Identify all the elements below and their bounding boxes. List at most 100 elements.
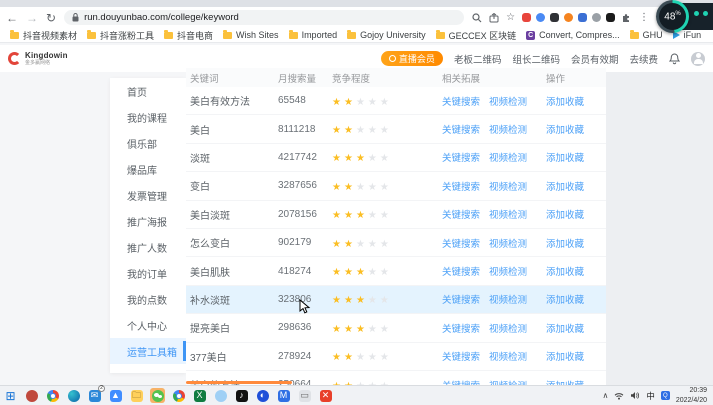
zoom-icon[interactable] <box>472 12 482 23</box>
table-row[interactable]: 377美白 278924 ★ ★ ★ ★ ★ 关键搜索 视频检测 添加收藏 <box>186 343 606 371</box>
video-check-link[interactable]: 视频检测 <box>489 349 527 363</box>
sidebar-item[interactable]: 个人中心 <box>110 312 186 338</box>
boss-qrcode-link[interactable]: 老板二维码 <box>454 52 502 66</box>
keyword-search-link[interactable]: 关键搜索 <box>442 378 480 385</box>
video-check-link[interactable]: 视频检测 <box>489 150 527 164</box>
excel-icon[interactable]: X <box>192 388 207 403</box>
table-row[interactable]: 补水淡斑 323806 ★ ★ ★ ★ ★ 关键搜索 视频检测 添加收藏 <box>186 285 606 315</box>
bookmark-star-icon[interactable]: ☆ <box>506 12 515 23</box>
live-member-badge[interactable]: 直播会员 <box>380 51 443 66</box>
sidebar-item[interactable]: 我的订单 <box>110 260 186 286</box>
bookmark-item[interactable]: 抖音电商 <box>159 29 218 42</box>
extensions-puzzle-icon[interactable] <box>622 13 632 23</box>
member-validity-link[interactable]: 会员有效期 <box>571 52 619 66</box>
table-row[interactable]: 变白 3287656 ★ ★ ★ ★ ★ 关键搜索 视频检测 添加收藏 <box>186 172 606 201</box>
app-red-icon[interactable] <box>24 388 39 403</box>
keyword-search-link[interactable]: 关键搜索 <box>442 292 480 306</box>
taskbar-clock[interactable]: 20:39 2022/4/20 <box>676 386 707 404</box>
video-check-link[interactable]: 视频检测 <box>489 236 527 250</box>
table-row[interactable]: 美白有效方法 65548 ★ ★ ★ ★ ★ 关键搜索 视频检测 添加收藏 <box>186 87 606 116</box>
keyword-search-link[interactable]: 关键搜索 <box>442 321 480 335</box>
table-row[interactable]: 美白 8111218 ★ ★ ★ ★ ★ 关键搜索 视频检测 添加收藏 <box>186 115 606 144</box>
chrome-window-icon[interactable] <box>171 388 186 403</box>
tiktok-icon[interactable]: ♪ <box>234 388 249 403</box>
app-blue-mountain-icon[interactable]: ▲ <box>108 388 123 403</box>
keyword-search-link[interactable]: 关键搜索 <box>442 264 480 278</box>
bookmark-item[interactable]: 抖音涨粉工具 <box>82 29 159 42</box>
bookmark-item[interactable]: Imported <box>284 29 343 40</box>
add-favorite-link[interactable]: 添加收藏 <box>546 94 584 108</box>
sidebar-item[interactable]: 推广海报 <box>110 208 186 234</box>
video-check-link[interactable]: 视频检测 <box>489 378 527 385</box>
sidebar-item[interactable]: 我的课程 <box>110 104 186 130</box>
tray-chevron-icon[interactable]: ∧ <box>602 391 608 400</box>
extension-icon[interactable] <box>578 13 588 22</box>
video-check-link[interactable]: 视频检测 <box>489 179 527 193</box>
keyword-search-link[interactable]: 关键搜索 <box>442 122 480 136</box>
bookmark-item[interactable]: Wish Sites <box>218 29 284 40</box>
file-explorer-icon[interactable]: 🗀 <box>129 388 144 403</box>
site-logo[interactable]: Kingdowin 金多赢网络 <box>8 51 68 66</box>
bookmark-item[interactable]: GHU <box>625 29 668 40</box>
add-favorite-link[interactable]: 添加收藏 <box>546 179 584 193</box>
extension-icon[interactable] <box>564 13 574 22</box>
leader-qrcode-link[interactable]: 组长二维码 <box>512 52 560 66</box>
share-icon[interactable] <box>489 12 499 23</box>
browser-menu-icon[interactable]: ⋮ <box>639 12 649 23</box>
bell-icon[interactable] <box>669 52 680 65</box>
user-avatar[interactable] <box>691 51 705 66</box>
bookmark-item[interactable]: Gojoy University <box>342 29 431 40</box>
back-button[interactable]: ← <box>6 12 18 24</box>
table-row[interactable]: 美白淡斑 2078156 ★ ★ ★ ★ ★ 关键搜索 视频检测 添加收藏 <box>186 201 606 229</box>
add-favorite-link[interactable]: 添加收藏 <box>546 150 584 164</box>
table-row[interactable]: 淡斑 4217742 ★ ★ ★ ★ ★ 关键搜索 视频检测 添加收藏 <box>186 144 606 173</box>
extension-icon[interactable] <box>522 13 532 22</box>
keyword-search-link[interactable]: 关键搜索 <box>442 150 480 164</box>
sidebar-item[interactable]: 我的点数 <box>110 286 186 312</box>
add-favorite-link[interactable]: 添加收藏 <box>546 378 584 385</box>
chrome-icon[interactable] <box>45 388 60 403</box>
app-blue-m-icon[interactable]: M <box>276 388 291 403</box>
table-row[interactable]: 提亮美白 298636 ★ ★ ★ ★ ★ 关键搜索 视频检测 添加收藏 <box>186 314 606 343</box>
sidebar-item[interactable]: 运营工具箱 <box>110 338 186 364</box>
reload-button[interactable]: ↻ <box>46 12 56 24</box>
bookmark-item[interactable]: C Convert, Compres... <box>521 30 625 40</box>
app-red-x-icon[interactable]: ✕ <box>318 388 333 403</box>
keyword-search-link[interactable]: 关键搜索 <box>442 207 480 221</box>
start-button[interactable]: ⊞ <box>3 388 18 403</box>
table-row[interactable]: 美白肌肤 418274 ★ ★ ★ ★ ★ 关键搜索 视频检测 添加收藏 <box>186 257 606 286</box>
bookmark-item[interactable]: GECCEX 区块链 <box>431 29 522 42</box>
video-check-link[interactable]: 视频检测 <box>489 321 527 335</box>
mail-icon[interactable]: ✉ 2 <box>87 385 105 403</box>
add-favorite-link[interactable]: 添加收藏 <box>546 122 584 136</box>
extension-icon[interactable] <box>536 13 546 22</box>
add-favorite-link[interactable]: 添加收藏 <box>546 236 584 250</box>
video-check-link[interactable]: 视频检测 <box>489 264 527 278</box>
sidebar-item[interactable]: 推广人数 <box>110 234 186 260</box>
recorder-progress-ring[interactable]: 48% <box>656 0 689 33</box>
sidebar-item[interactable]: 俱乐部 <box>110 130 186 156</box>
keyword-search-link[interactable]: 关键搜索 <box>442 349 480 363</box>
wechat-icon[interactable] <box>150 388 165 403</box>
extension-icon[interactable] <box>592 13 602 22</box>
extension-icon[interactable] <box>606 13 616 22</box>
video-check-link[interactable]: 视频检测 <box>489 94 527 108</box>
sidebar-item[interactable]: 首页 <box>110 78 186 104</box>
add-favorite-link[interactable]: 添加收藏 <box>546 321 584 335</box>
add-favorite-link[interactable]: 添加收藏 <box>546 207 584 221</box>
app-navy-icon[interactable]: ◐ <box>255 388 270 403</box>
add-favorite-link[interactable]: 添加收藏 <box>546 264 584 278</box>
ime-indicator[interactable]: 中 <box>646 390 655 402</box>
address-bar[interactable]: run.douyunbao.com/college/keyword <box>64 10 465 25</box>
add-favorite-link[interactable]: 添加收藏 <box>546 349 584 363</box>
tray-app-badge[interactable]: Q <box>660 391 670 400</box>
app-lightblue-icon[interactable] <box>213 388 228 403</box>
horizontal-scrollbar[interactable] <box>186 381 292 384</box>
keyword-search-link[interactable]: 关键搜索 <box>442 94 480 108</box>
video-check-link[interactable]: 视频检测 <box>489 292 527 306</box>
keyword-search-link[interactable]: 关键搜索 <box>442 179 480 193</box>
extension-icon[interactable] <box>550 13 560 22</box>
sidebar-item[interactable]: 爆品库 <box>110 156 186 182</box>
video-check-link[interactable]: 视频检测 <box>489 122 527 136</box>
network-icon[interactable] <box>614 392 624 400</box>
